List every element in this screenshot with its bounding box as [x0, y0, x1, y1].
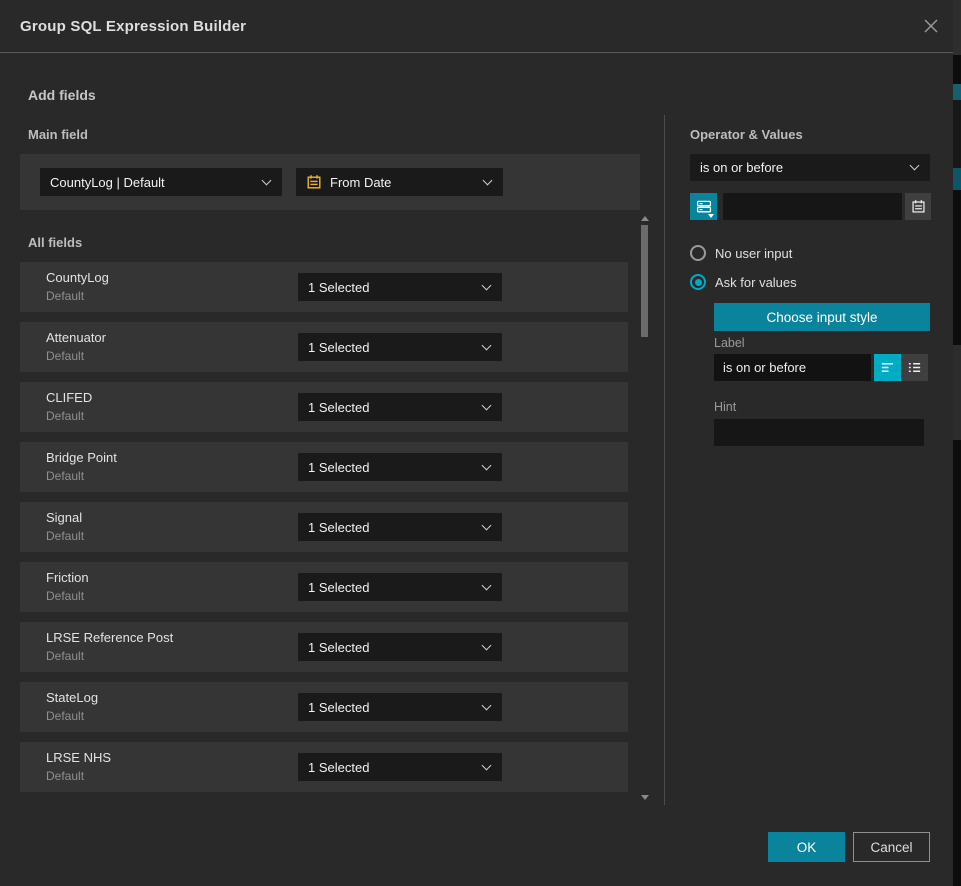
field-values-select[interactable]: 1 Selected — [298, 333, 502, 361]
field-values-select[interactable]: 1 Selected — [298, 273, 502, 301]
radio-ask-for-values[interactable]: Ask for values — [690, 274, 797, 290]
field-values-select[interactable]: 1 Selected — [298, 513, 502, 541]
radio-icon — [690, 245, 706, 261]
field-row: LRSE Reference Post Default 1 Selected — [20, 622, 628, 672]
hint-caption: Hint — [714, 400, 736, 414]
field-values-select[interactable]: 1 Selected — [298, 633, 502, 661]
field-values-select-value: 1 Selected — [308, 580, 473, 595]
input-type-button[interactable] — [690, 193, 717, 220]
radio-checked-icon — [690, 274, 706, 290]
chevron-down-icon — [482, 580, 492, 590]
label-caption: Label — [714, 336, 745, 350]
dialog-title: Group SQL Expression Builder — [20, 0, 246, 53]
divider — [664, 115, 665, 805]
field-row: CLIFED Default 1 Selected — [20, 382, 628, 432]
main-field-select[interactable]: From Date — [296, 168, 503, 196]
main-field-select-value: From Date — [330, 175, 474, 190]
label-style-toggle-group — [874, 354, 928, 381]
field-row: LRSE NHS Default 1 Selected — [20, 742, 628, 792]
single-label-style-button[interactable] — [874, 354, 901, 381]
chevron-down-icon — [482, 760, 492, 770]
field-values-select-value: 1 Selected — [308, 280, 473, 295]
field-values-select[interactable]: 1 Selected — [298, 693, 502, 721]
chevron-down-icon — [482, 280, 492, 290]
background-app-fragment — [953, 168, 961, 190]
calendar-icon — [306, 174, 322, 190]
chevron-down-icon — [482, 460, 492, 470]
chevron-down-icon — [910, 161, 920, 171]
all-fields-heading: All fields — [28, 235, 82, 250]
field-values-select-value: 1 Selected — [308, 760, 473, 775]
field-values-select-value: 1 Selected — [308, 700, 473, 715]
field-values-select-value: 1 Selected — [308, 640, 473, 655]
chevron-down-icon — [482, 400, 492, 410]
background-app-fragment — [953, 84, 961, 100]
radio-ask-for-values-label: Ask for values — [715, 275, 797, 290]
field-row: Bridge Point Default 1 Selected — [20, 442, 628, 492]
field-values-select-value: 1 Selected — [308, 460, 473, 475]
field-values-select[interactable]: 1 Selected — [298, 573, 502, 601]
field-values-select-value: 1 Selected — [308, 400, 473, 415]
radio-no-user-input-label: No user input — [715, 246, 792, 261]
field-row: Signal Default 1 Selected — [20, 502, 628, 552]
field-values-select[interactable]: 1 Selected — [298, 753, 502, 781]
chevron-down-icon — [482, 340, 492, 350]
stacked-values-icon — [696, 199, 712, 215]
chevron-down-icon — [483, 175, 493, 185]
close-icon[interactable] — [921, 16, 941, 36]
choose-input-style-button[interactable]: Choose input style — [714, 303, 930, 331]
field-values-select-value: 1 Selected — [308, 520, 473, 535]
scrollbar-thumb[interactable] — [641, 225, 648, 337]
list-label-style-button[interactable] — [901, 354, 928, 381]
background-app-fragment — [953, 100, 961, 168]
chevron-down-icon — [482, 700, 492, 710]
scroll-down-icon[interactable] — [641, 795, 649, 800]
background-app-fragment — [953, 345, 961, 440]
cancel-button[interactable]: Cancel — [853, 832, 930, 862]
add-fields-heading: Add fields — [28, 87, 96, 103]
operator-values-heading: Operator & Values — [690, 127, 803, 142]
main-field-container: CountyLog | Default From Date — [20, 154, 640, 210]
layer-select-value: CountyLog | Default — [50, 175, 253, 190]
operator-select-value: is on or before — [700, 160, 901, 175]
chevron-down-icon — [482, 520, 492, 530]
group-sql-expression-builder-dialog: Group SQL Expression Builder Add fields … — [0, 0, 953, 886]
field-values-select-value: 1 Selected — [308, 340, 473, 355]
date-picker-button[interactable] — [905, 193, 931, 220]
chevron-down-icon — [482, 640, 492, 650]
calendar-icon — [911, 199, 926, 214]
field-values-select[interactable]: 1 Selected — [298, 453, 502, 481]
main-field-heading: Main field — [28, 127, 88, 142]
chevron-down-icon — [262, 175, 272, 185]
title-bar: Group SQL Expression Builder — [0, 0, 953, 53]
layer-select[interactable]: CountyLog | Default — [40, 168, 282, 196]
ok-button[interactable]: OK — [768, 832, 845, 862]
field-row: Attenuator Default 1 Selected — [20, 322, 628, 372]
scroll-up-icon[interactable] — [641, 216, 649, 221]
field-row: Friction Default 1 Selected — [20, 562, 628, 612]
background-app-strip — [953, 0, 961, 886]
label-input[interactable] — [714, 354, 871, 381]
field-row: StateLog Default 1 Selected — [20, 682, 628, 732]
chevron-down-icon — [708, 214, 714, 218]
scrollbar[interactable] — [640, 216, 650, 800]
operator-select[interactable]: is on or before — [690, 154, 930, 181]
radio-no-user-input[interactable]: No user input — [690, 245, 792, 261]
field-values-select[interactable]: 1 Selected — [298, 393, 502, 421]
hint-input[interactable] — [714, 419, 924, 446]
background-app-fragment — [953, 0, 961, 55]
field-row: CountyLog Default 1 Selected — [20, 262, 628, 312]
all-fields-list: CountyLog Default 1 Selected Attenuator … — [20, 262, 628, 802]
date-value-input[interactable] — [723, 193, 902, 220]
